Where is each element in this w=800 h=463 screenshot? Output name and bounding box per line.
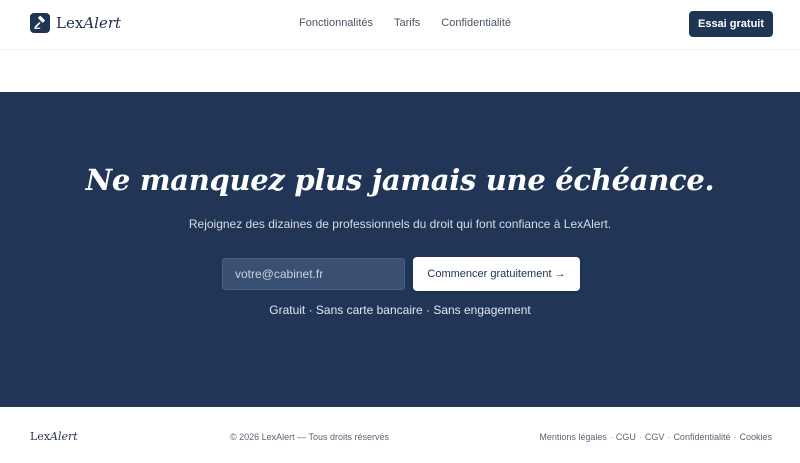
footer-link-cgv[interactable]: CGV <box>645 432 665 442</box>
footer-link-cgu[interactable]: CGU <box>616 432 636 442</box>
footer-separator: · <box>667 432 671 442</box>
logo-link[interactable]: LexAlert <box>30 13 121 33</box>
free-trial-button[interactable]: Essai gratuit <box>689 11 773 37</box>
footer-separator: · <box>609 432 613 442</box>
footer-logo: LexAlert <box>30 430 78 443</box>
brand-name: LexAlert <box>56 14 121 32</box>
footer-link-cookies[interactable]: Cookies <box>739 432 772 442</box>
email-input[interactable] <box>222 258 405 290</box>
brand-name-suffix: Alert <box>83 14 122 32</box>
site-header: LexAlert Fonctionnalités Tarifs Confiden… <box>0 0 800 50</box>
brand-name-prefix: Lex <box>56 14 84 32</box>
hero-subtitle: Rejoignez des dizaines de professionnels… <box>188 217 612 231</box>
start-free-button[interactable]: Commencer gratuitement → <box>413 257 580 291</box>
hero-section: Ne manquez plus jamais une échéance. Rej… <box>0 92 800 407</box>
site-footer: LexAlert © 2026 LexAlert — Tous droits r… <box>0 407 800 463</box>
footer-links: Mentions légales · CGU · CGV · Confident… <box>539 432 772 442</box>
footer-separator: · <box>638 432 642 442</box>
signup-form: Commencer gratuitement → <box>222 257 580 291</box>
footer-separator: · <box>733 432 737 442</box>
nav-pricing[interactable]: Tarifs <box>394 17 420 29</box>
footer-brand-suffix: Alert <box>50 430 78 443</box>
copyright-text: © 2026 LexAlert — Tous droits réservés <box>230 432 390 442</box>
nav-features[interactable]: Fonctionnalités <box>299 17 373 29</box>
footer-link-legal[interactable]: Mentions légales <box>539 432 607 442</box>
hero-title: Ne manquez plus jamais une échéance. <box>85 163 715 197</box>
hero-note: Gratuit · Sans carte bancaire · Sans eng… <box>269 303 531 317</box>
footer-link-privacy[interactable]: Confidentialité <box>673 432 730 442</box>
footer-brand-prefix: Lex <box>30 430 51 443</box>
main-nav: Fonctionnalités Tarifs Confidentialité <box>299 17 511 29</box>
nav-privacy[interactable]: Confidentialité <box>441 17 511 29</box>
gavel-icon <box>30 13 50 33</box>
